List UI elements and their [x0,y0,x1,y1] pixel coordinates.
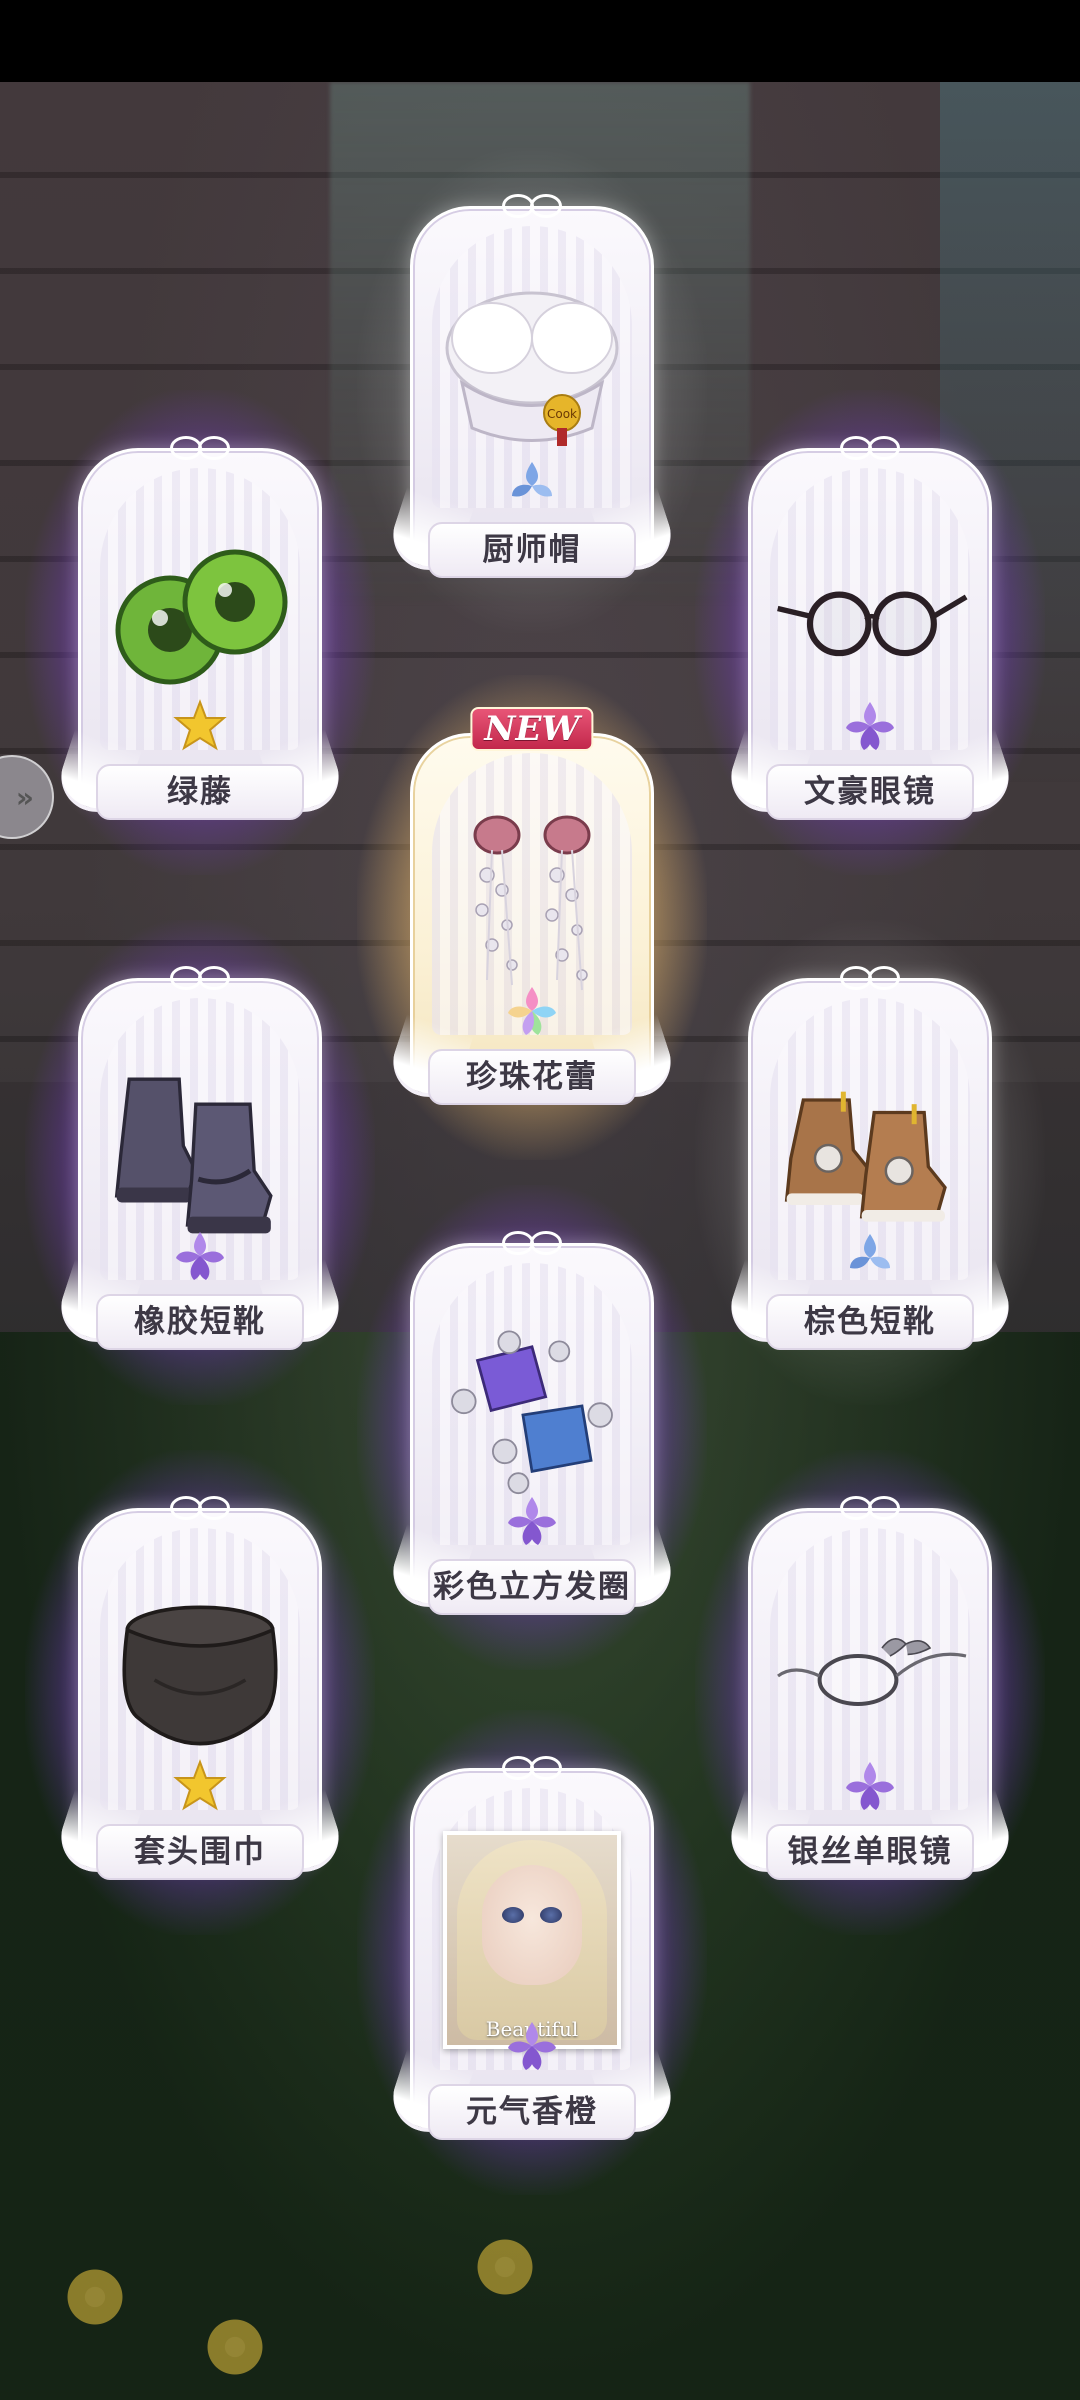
portrait-photo: Beautiful [443,1831,621,2049]
bow-ornament [838,432,902,460]
bow-ornament [168,432,232,460]
item-name-label: 厨师帽 [428,522,636,578]
reward-card[interactable]: 文豪眼镜 [695,390,1045,875]
status-bar [0,0,1080,82]
bow-ornament [838,962,902,990]
flower-decoration [470,2232,540,2302]
reward-card[interactable]: NEW 珍珠花蕾 [357,675,707,1160]
bow-ornament [168,962,232,990]
bow-ornament [168,1492,232,1520]
new-badge: NEW [470,707,594,751]
bow-ornament [500,190,564,218]
item-name-label: 元气香橙 [428,2084,636,2140]
bow-ornament [500,1227,564,1255]
reward-card[interactable]: Cook 厨师帽 [357,148,707,633]
flower-decoration [60,2262,130,2332]
item-name-label: 文豪眼镜 [766,764,974,820]
item-name-label: 彩色立方发圈 [428,1559,636,1615]
reward-card[interactable]: Beautiful 元气香橙 [357,1710,707,2195]
reward-card[interactable]: 橡胶短靴 [25,920,375,1405]
reward-card[interactable]: 银丝单眼镜 [695,1450,1045,1935]
bow-ornament [838,1492,902,1520]
reward-card[interactable]: 彩色立方发圈 [357,1185,707,1670]
bow-ornament [500,1752,564,1780]
item-name-label: 绿藤 [96,764,304,820]
svg-text:Cook: Cook [547,407,577,421]
item-name-label: 套头围巾 [96,1824,304,1880]
item-name-label: 珍珠花蕾 [428,1049,636,1105]
item-name-label: 棕色短靴 [766,1294,974,1350]
flower-decoration [200,2312,270,2382]
reward-card[interactable]: 棕色短靴 [695,920,1045,1405]
item-name-label: 银丝单眼镜 [766,1824,974,1880]
item-name-label: 橡胶短靴 [96,1294,304,1350]
reward-card[interactable]: 套头围巾 [25,1450,375,1935]
reward-card[interactable]: 绿藤 [25,390,375,875]
